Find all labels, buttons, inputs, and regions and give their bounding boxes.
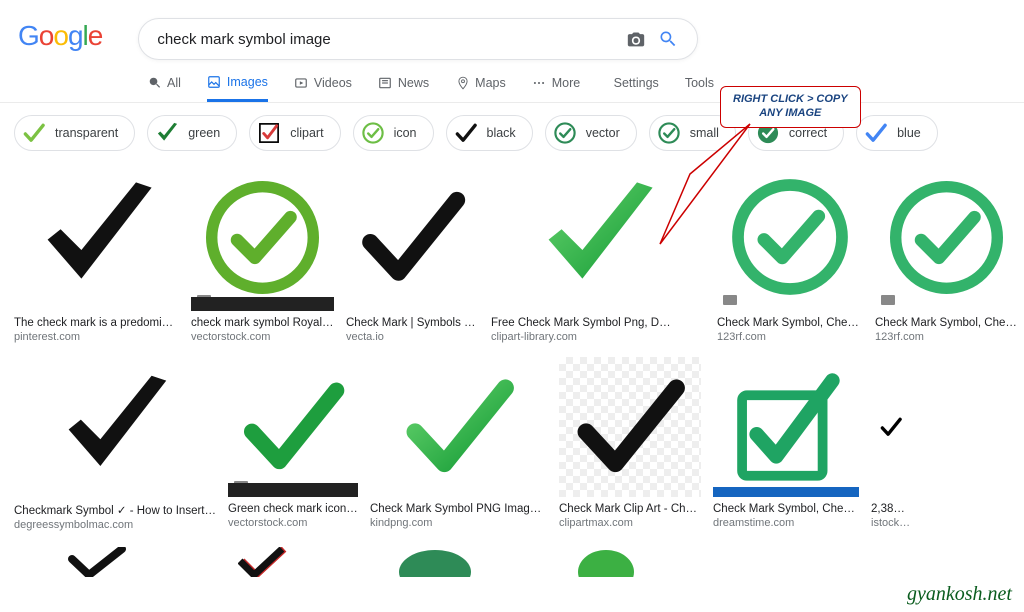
tab-label: Maps (475, 76, 506, 90)
tab-news[interactable]: News (378, 76, 429, 101)
thumbnail[interactable] (346, 163, 479, 311)
result-title: Check Mark Symbol, Check … (875, 317, 1018, 329)
filter-chip-clipart[interactable]: clipart (249, 115, 340, 151)
checkmark-icon (360, 120, 386, 146)
search-bar[interactable] (138, 18, 698, 60)
play-icon (294, 76, 309, 91)
result-title: Check Mark Symbol, Check … (713, 503, 859, 515)
thumbnail[interactable] (871, 357, 911, 497)
tools-link[interactable]: Tools (685, 76, 714, 90)
checkmark-icon (154, 120, 180, 146)
stock-badge-icon (881, 295, 895, 305)
checkmark-icon (552, 120, 578, 146)
filter-chip-blue[interactable]: blue (856, 115, 938, 151)
result-source: 123rf.com (717, 331, 863, 343)
result-title: Check Mark Symbol, Check … (717, 317, 863, 329)
image-result[interactable]: Checkmark Symbol ✓ - How to Insert in … … (14, 357, 216, 531)
chip-label: transparent (55, 126, 118, 140)
tab-label: All (167, 76, 181, 90)
result-title: Check Mark Clip Art - Check Mark Symbol … (559, 503, 701, 515)
image-result[interactable]: Check Mark Symbol, Check … 123rf.com (875, 163, 1018, 343)
search-small-icon (147, 76, 162, 91)
thumbnail[interactable] (14, 163, 179, 311)
image-icon (207, 74, 222, 89)
tab-all[interactable]: All (147, 76, 181, 101)
chip-label: icon (394, 126, 417, 140)
annotation-callout: RIGHT CLICK > COPY ANY IMAGE (720, 86, 861, 128)
chip-label: green (188, 126, 220, 140)
search-icon[interactable] (657, 28, 679, 50)
image-result[interactable]: Check Mark Symbol, Check … dreamstime.co… (713, 357, 859, 531)
tab-label: Images (227, 75, 268, 89)
chip-label: vector (586, 126, 620, 140)
tab-maps[interactable]: Maps (455, 76, 506, 101)
tab-images[interactable]: Images (207, 74, 268, 102)
filter-chip-green[interactable]: green (147, 115, 237, 151)
stock-badge-icon (723, 295, 737, 305)
result-title: Checkmark Symbol ✓ - How to Insert in … (14, 503, 216, 517)
chip-label: black (487, 126, 516, 140)
result-source: clipart-library.com (491, 331, 705, 343)
thumbnail[interactable] (370, 357, 547, 497)
filter-chip-icon[interactable]: icon (353, 115, 434, 151)
google-logo[interactable]: Google (18, 18, 102, 52)
search-input[interactable] (157, 31, 615, 48)
pin-icon (455, 76, 470, 91)
result-source: vecta.io (346, 331, 479, 343)
image-result[interactable]: 2,380 Ch… istockph… (871, 357, 911, 531)
tab-label: More (552, 76, 580, 90)
result-source: clipartmax.com (559, 517, 701, 529)
result-source: kindpng.com (370, 517, 547, 529)
watermark: gyankosh.net (907, 583, 1012, 606)
thumbnail[interactable] (559, 357, 701, 497)
checkmark-icon (256, 120, 282, 146)
result-source: vectorstock.com (191, 331, 334, 343)
callout-text: RIGHT CLICK > COPY (733, 93, 848, 107)
result-title: Green check mark icon tick… (228, 503, 358, 515)
thumbnail[interactable] (14, 357, 216, 497)
result-source: 123rf.com (875, 331, 1018, 343)
checkmark-icon (21, 120, 47, 146)
thumbnail[interactable] (875, 163, 1018, 311)
result-title: Check Mark Symbol PNG Images,… (370, 503, 547, 515)
settings-link[interactable]: Settings (614, 76, 659, 90)
thumbnail[interactable] (191, 163, 334, 311)
camera-icon[interactable] (625, 28, 647, 50)
result-title: The check mark is a predomin… (14, 317, 179, 329)
tab-label: Videos (314, 76, 352, 90)
thumbnail[interactable] (228, 357, 358, 497)
result-title: 2,380 Ch… (871, 503, 911, 515)
image-result[interactable]: Check Mark Clip Art - Check Mark Symbol … (559, 357, 701, 531)
image-result[interactable]: The check mark is a predomin… pinterest.… (14, 163, 179, 343)
result-title: check mark symbol Royalt… (191, 317, 334, 329)
result-source: dreamstime.com (713, 517, 859, 529)
result-title: Free Check Mark Symbol Png, D… (491, 317, 705, 329)
image-result[interactable]: Check Mark Symbol PNG Images,… kindpng.c… (370, 357, 547, 531)
checkmark-icon (453, 120, 479, 146)
result-source: pinterest.com (14, 331, 179, 343)
tab-videos[interactable]: Videos (294, 76, 352, 101)
image-result[interactable]: Check Mark | Symbols - O… vecta.io (346, 163, 479, 343)
chip-label: correct (789, 126, 827, 140)
result-source: degreessymbolmac.com (14, 519, 216, 531)
filter-chip-black[interactable]: black (446, 115, 533, 151)
result-source: istockph… (871, 517, 911, 529)
callout-arrow (650, 114, 760, 254)
tab-more[interactable]: More (532, 76, 580, 101)
result-title: Check Mark | Symbols - O… (346, 317, 479, 329)
tab-label: News (398, 76, 429, 90)
filter-chip-transparent[interactable]: transparent (14, 115, 135, 151)
chip-label: blue (897, 126, 921, 140)
more-icon (532, 76, 547, 91)
news-icon (378, 76, 393, 91)
image-result[interactable]: check mark symbol Royalt… vectorstock.co… (191, 163, 334, 343)
filter-chip-vector[interactable]: vector (545, 115, 637, 151)
image-result[interactable]: Green check mark icon tick… vectorstock.… (228, 357, 358, 531)
checkmark-icon (863, 120, 889, 146)
result-source: vectorstock.com (228, 517, 358, 529)
chip-label: clipart (290, 126, 323, 140)
thumbnail[interactable] (713, 357, 859, 497)
